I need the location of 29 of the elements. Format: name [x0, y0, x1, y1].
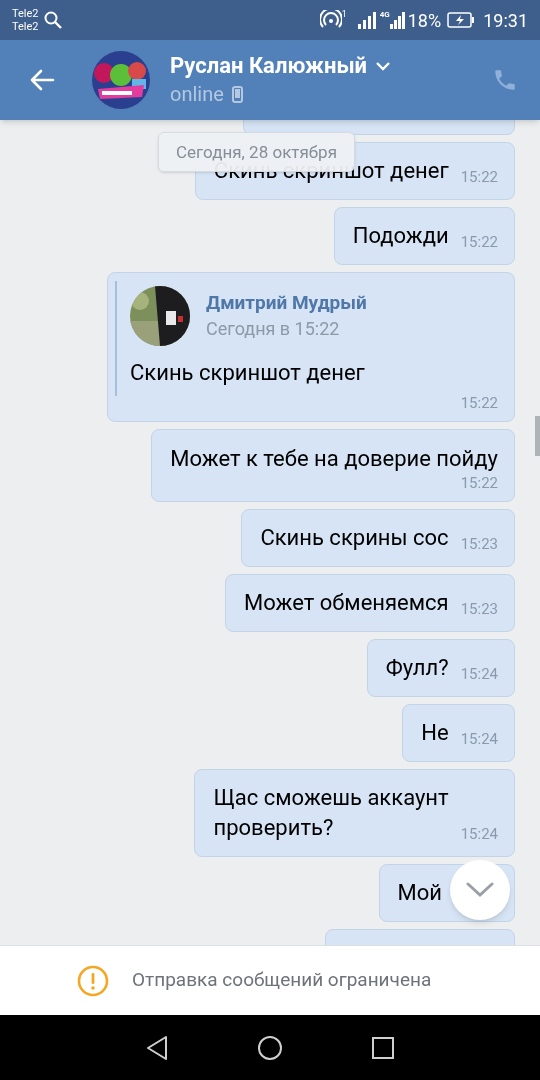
online-status: online	[170, 81, 224, 108]
clock: 19:31	[483, 8, 528, 33]
forward-date: Сегодня в 15:22	[206, 317, 341, 341]
message-time: 15:23	[460, 602, 498, 617]
message-text: Может обменяемся	[244, 589, 449, 617]
battery-percent: 18%	[407, 8, 442, 33]
message-text: Может к тебе на доверие пойду	[170, 445, 498, 473]
message-time: 15:22	[460, 235, 498, 250]
carrier-name: Tele2	[12, 7, 39, 20]
message-time: 15:22	[460, 396, 498, 411]
author-name[interactable]: Дмитрий Мудрый	[206, 290, 367, 316]
message-time: 15:22	[460, 170, 498, 185]
message-text: Фулл?	[385, 654, 449, 682]
message-text: Скинь скриншот денег	[130, 359, 366, 387]
message-time: 15:22	[460, 476, 498, 491]
message-text: Щас сможешь аккаунт проверить?	[213, 784, 449, 842]
message-text: Не	[421, 719, 449, 747]
network-type: 4G	[379, 9, 390, 21]
hotspot-count: 1	[341, 8, 347, 21]
message-time: 15:23	[460, 537, 498, 552]
message-time: 15:24	[460, 732, 498, 747]
message-text: Скинь скрины сос	[260, 524, 449, 552]
contact-name[interactable]: Руслан Калюжный	[170, 52, 368, 80]
message-time: 15:24	[460, 827, 498, 842]
carrier-name: Tele2	[12, 20, 39, 33]
message-text: Мой	[397, 879, 442, 907]
notice-text: Отправка сообщений ограничена	[132, 967, 432, 994]
message-text: Подожди	[352, 222, 449, 250]
message-time: 15:24	[460, 667, 498, 682]
